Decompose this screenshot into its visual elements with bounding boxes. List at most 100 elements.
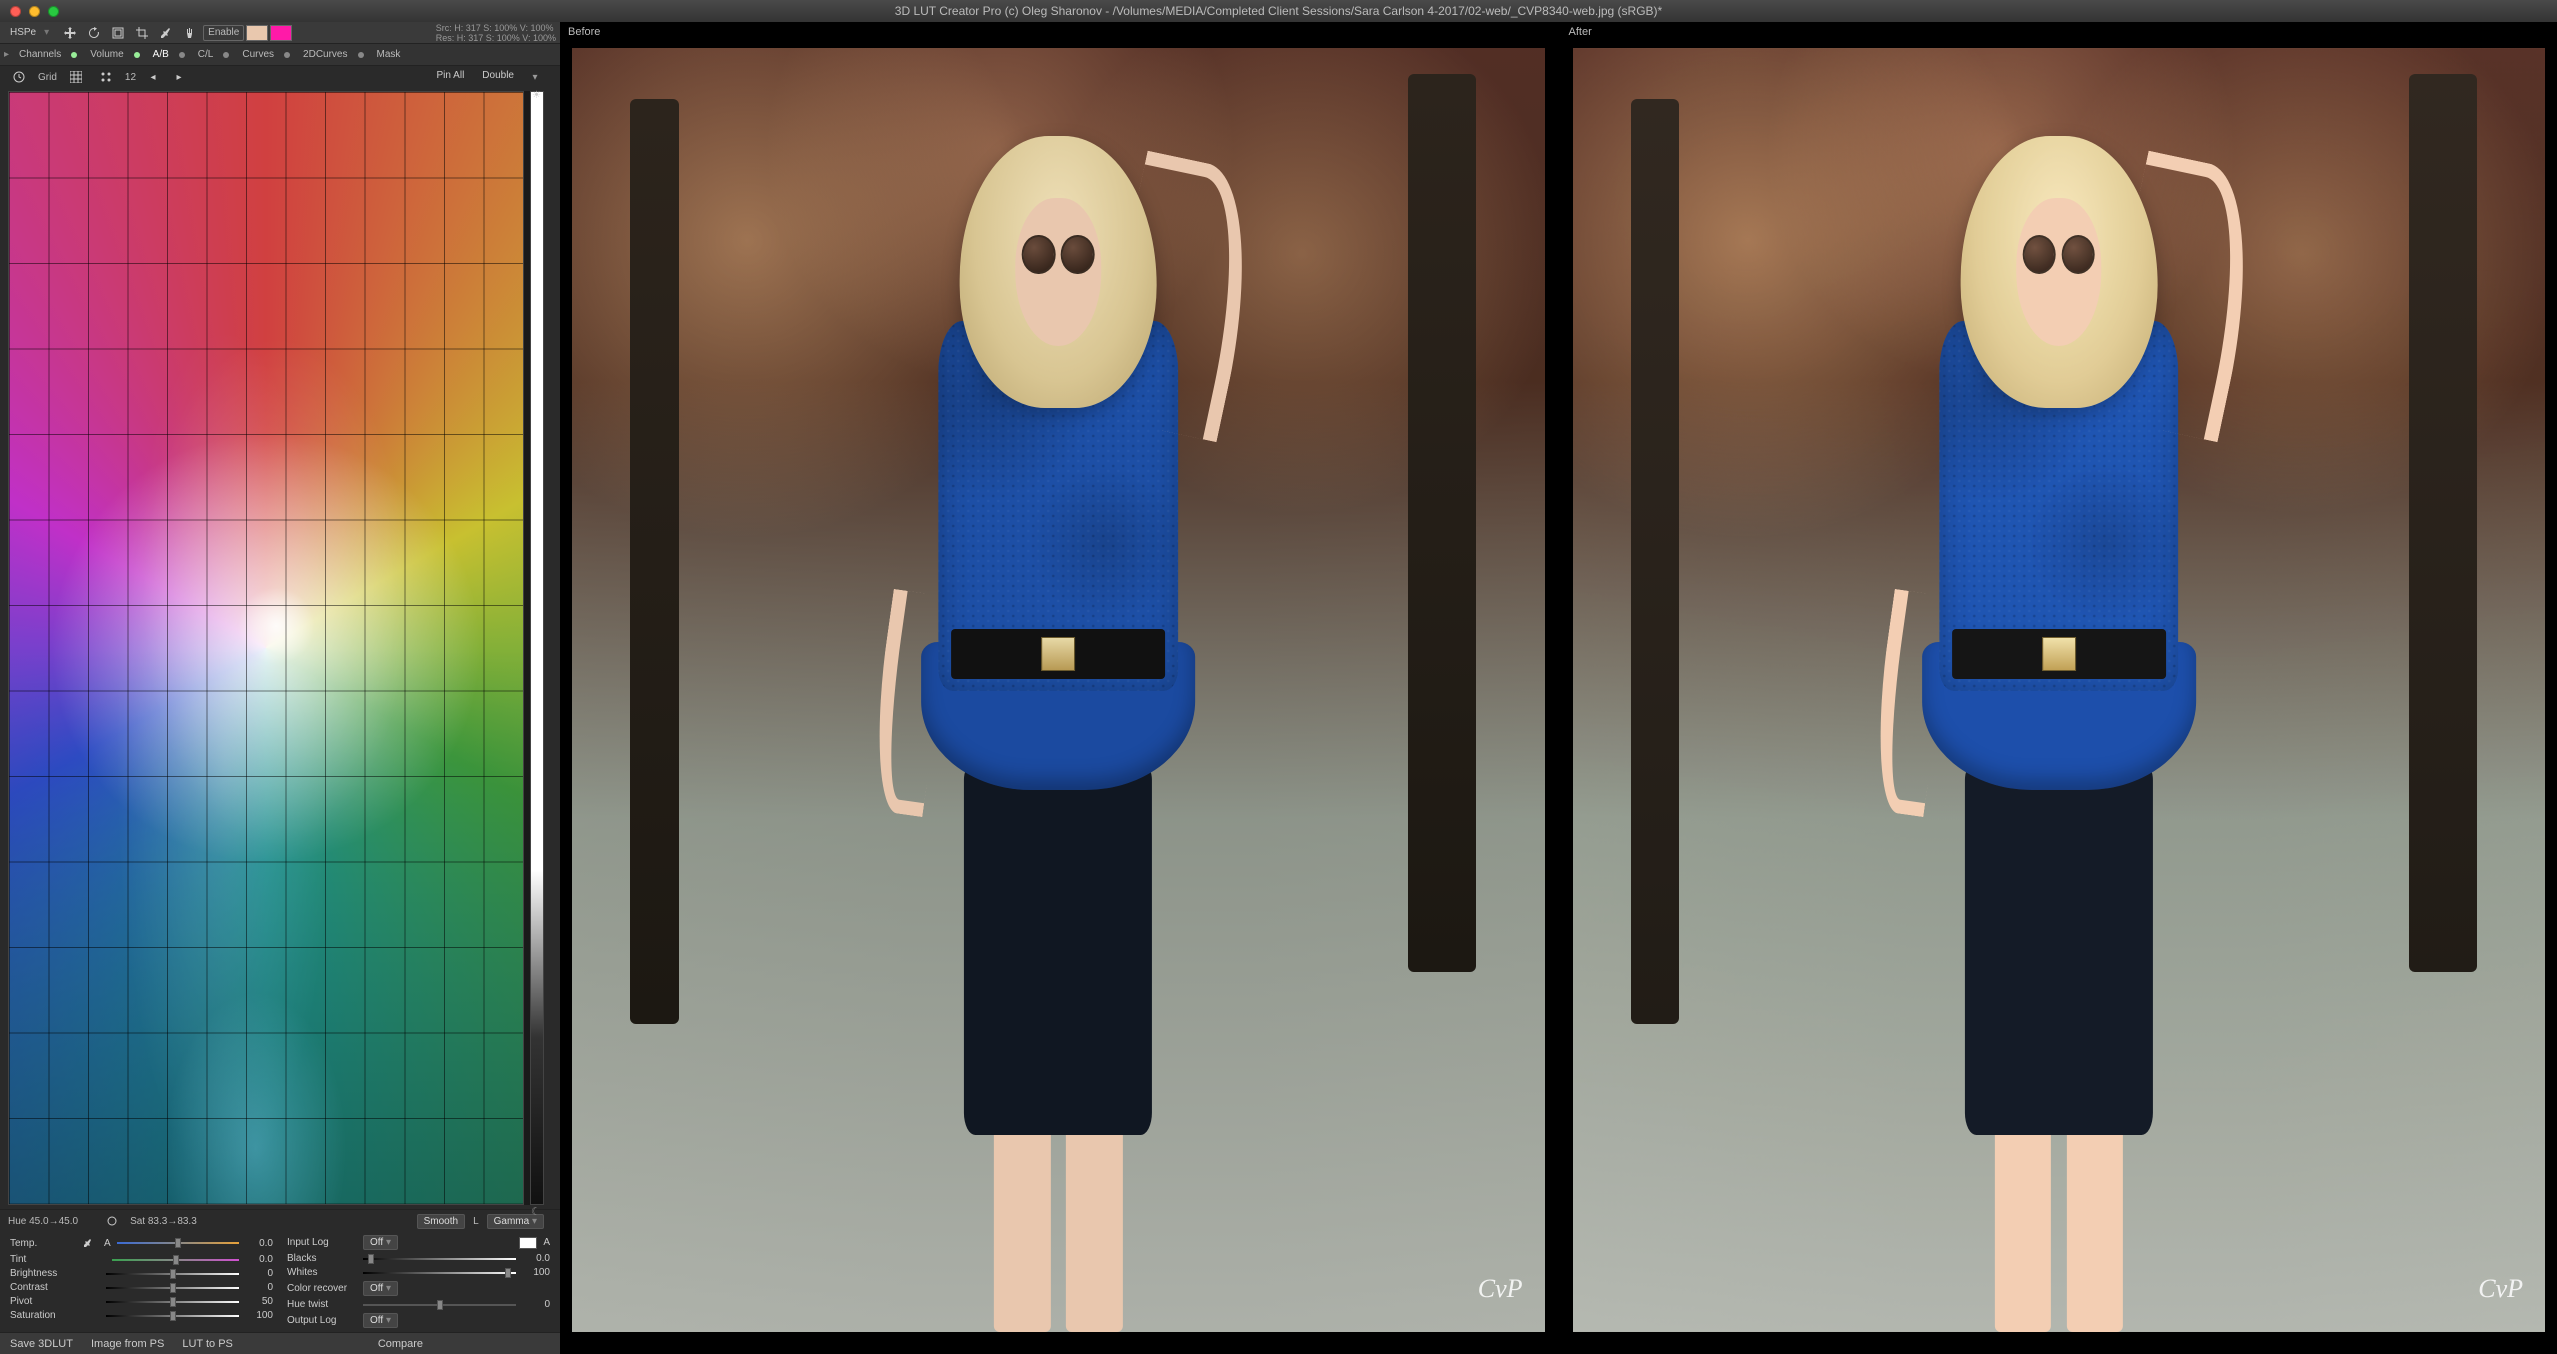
sliders-left-column: Temp. A 0.0 Tint 0.0 Brightness 0 (10, 1235, 273, 1328)
ab-color-grid[interactable] (8, 91, 524, 1205)
save-3dlut-button[interactable]: Save 3DLUT (10, 1338, 73, 1350)
grid-density-icon[interactable] (65, 69, 87, 85)
foreground-swatch[interactable] (246, 25, 268, 41)
left-panel: HSPe ▾ Enable Src: H: 317 S: 100% V: 100… (0, 22, 560, 1354)
watermark: CvP (1478, 1274, 1523, 1304)
tab-volume[interactable]: Volume (82, 47, 131, 62)
temp-slider[interactable] (117, 1238, 239, 1248)
reset-sat-icon[interactable] (102, 1213, 122, 1229)
hue-twist-value: 0 (522, 1299, 550, 1310)
white-swatch[interactable] (519, 1237, 537, 1249)
blacks-value: 0.0 (522, 1253, 550, 1264)
tab-mask[interactable]: Mask (369, 47, 409, 62)
tool-eyedropper-icon[interactable] (155, 25, 177, 41)
tint-slider[interactable] (112, 1255, 239, 1265)
smooth-button[interactable]: Smooth (417, 1214, 465, 1229)
whites-slider[interactable] (363, 1268, 516, 1278)
before-label: Before (568, 26, 600, 38)
color-recover-dropdown[interactable]: Off ▾ (363, 1281, 398, 1296)
contrast-label: Contrast (10, 1282, 72, 1293)
brightness-slider[interactable] (106, 1269, 239, 1279)
grid-menu-icon[interactable]: ▾ (526, 69, 544, 85)
watermark: CvP (2478, 1274, 2523, 1304)
top-toolbar: HSPe ▾ Enable Src: H: 317 S: 100% V: 100… (0, 22, 560, 44)
hue-twist-label: Hue twist (287, 1299, 357, 1310)
preview-before[interactable]: Before CvP (560, 22, 1557, 1354)
blacks-slider[interactable] (363, 1254, 516, 1264)
color-model-dropdown[interactable]: HSPe (4, 26, 42, 39)
eyedropper-wb-icon[interactable] (78, 1235, 98, 1251)
saturation-slider[interactable] (106, 1311, 239, 1321)
bottom-bar: Save 3DLUT Image from PS LUT to PS Compa… (0, 1332, 560, 1354)
sun-icon: ☀ (532, 90, 541, 101)
output-log-dropdown[interactable]: Off ▾ (363, 1313, 398, 1328)
input-log-dropdown[interactable]: Off ▾ (363, 1235, 398, 1250)
right-area: Before CvP Afte (560, 22, 2557, 1354)
color-recover-label: Color recover (287, 1283, 357, 1294)
window-title: 3D LUT Creator Pro (c) Oleg Sharonov - /… (0, 4, 2557, 18)
wb-a-label: A (104, 1238, 111, 1249)
lut-to-ps-button[interactable]: LUT to PS (182, 1338, 233, 1350)
zoom-button[interactable] (48, 6, 59, 17)
pivot-value: 50 (245, 1296, 273, 1307)
double-button[interactable]: Double (476, 69, 520, 85)
contrast-slider[interactable] (106, 1283, 239, 1293)
sliders-panel: Temp. A 0.0 Tint 0.0 Brightness 0 (0, 1231, 560, 1332)
grid-increment-icon[interactable]: ▸ (170, 69, 188, 85)
l-label: L (473, 1216, 479, 1227)
brightness-value: 0 (245, 1268, 273, 1279)
ab-grid-area: ☀ ☾ (8, 91, 544, 1205)
output-log-label: Output Log (287, 1315, 357, 1326)
preview-after[interactable]: After CvP (1561, 22, 2557, 1354)
temp-value: 0.0 (245, 1238, 273, 1249)
tool-rotate-icon[interactable] (83, 25, 105, 41)
grid-controls: Grid 12 ◂ ▸ Pin All Double ▾ (0, 66, 560, 85)
tool-scale-icon[interactable] (107, 25, 129, 41)
tint-value: 0.0 (245, 1254, 273, 1265)
saturation-label: Saturation (10, 1310, 72, 1321)
contrast-value: 0 (245, 1282, 273, 1293)
tab-ab[interactable]: A/B (145, 47, 177, 62)
hue-readout: Hue 45.0→45.0 (8, 1216, 78, 1227)
subject-figure (844, 99, 1272, 1332)
tool-move-icon[interactable] (59, 25, 81, 41)
minimize-button[interactable] (29, 6, 40, 17)
luminosity-strip[interactable]: ☀ ☾ (530, 91, 544, 1205)
tab-channels[interactable]: Channels (11, 47, 69, 62)
tint-label: Tint (10, 1254, 72, 1265)
traffic-lights (0, 6, 59, 17)
enable-toggle[interactable]: Enable (203, 25, 244, 41)
grid-snap-icon[interactable] (95, 69, 117, 85)
compare-button[interactable]: Compare (251, 1338, 550, 1350)
sat-readout: Sat 83.3→83.3 (130, 1216, 197, 1227)
pin-all-button[interactable]: Pin All (431, 69, 471, 85)
pivot-label: Pivot (10, 1296, 72, 1307)
subject-figure (1845, 99, 2273, 1332)
hue-twist-slider[interactable] (363, 1300, 516, 1310)
color-readout: Src: H: 317 S: 100% V: 100% Res: H: 317 … (436, 23, 556, 43)
saturation-value: 100 (245, 1310, 273, 1321)
whites-value: 100 (522, 1267, 550, 1278)
pivot-slider[interactable] (106, 1297, 239, 1307)
image-from-ps-button[interactable]: Image from PS (91, 1338, 164, 1350)
main: HSPe ▾ Enable Src: H: 317 S: 100% V: 100… (0, 22, 2557, 1354)
input-log-a-label: A (543, 1237, 550, 1248)
brightness-label: Brightness (10, 1268, 72, 1279)
tool-hand-icon[interactable] (179, 25, 201, 41)
grid-footer: Hue 45.0→45.0 Sat 83.3→83.3 Smooth L Gam… (0, 1209, 560, 1231)
blacks-label: Blacks (287, 1253, 357, 1264)
grid-decrement-icon[interactable]: ◂ (144, 69, 162, 85)
tab-curves[interactable]: Curves (234, 47, 282, 62)
after-label: After (1569, 26, 1592, 38)
tab-2dcurves[interactable]: 2DCurves (295, 47, 355, 62)
tab-cl[interactable]: C/L (190, 47, 222, 62)
grid-size-value[interactable]: 12 (125, 72, 136, 83)
background-swatch[interactable] (270, 25, 292, 41)
tool-crop-icon[interactable] (131, 25, 153, 41)
mode-tabs: ▸ Channels Volume A/B C/L Curves 2DCurve… (0, 44, 560, 66)
whites-label: Whites (287, 1267, 357, 1278)
close-button[interactable] (10, 6, 21, 17)
moon-icon: ☾ (531, 1205, 541, 1218)
reset-grid-icon[interactable] (8, 69, 30, 85)
grid-label: Grid (38, 72, 57, 83)
